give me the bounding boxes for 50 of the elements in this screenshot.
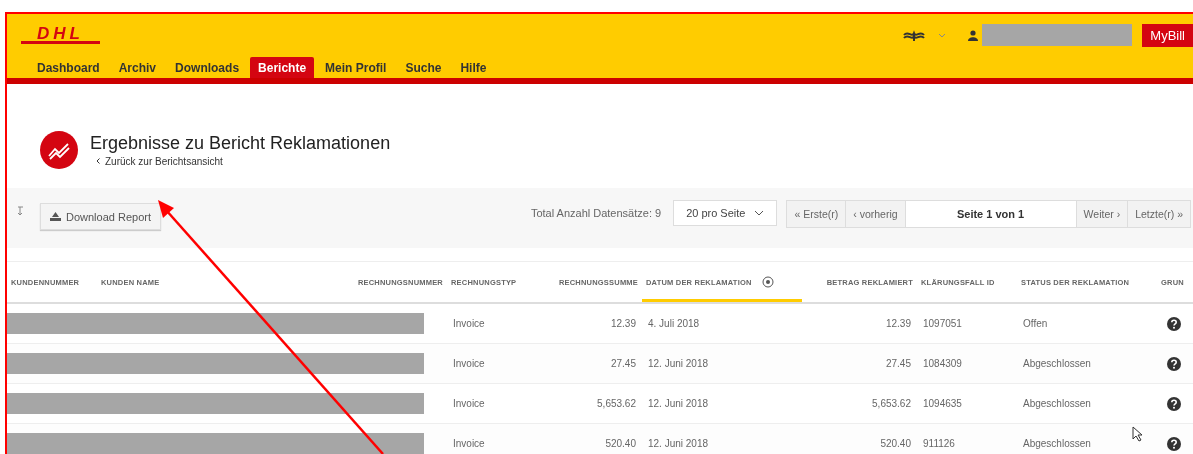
nav-tab[interactable]: Mein Profil: [317, 57, 395, 78]
table-cell: 12. Juni 2018: [642, 343, 802, 384]
help-icon[interactable]: [1167, 316, 1181, 331]
record-count: Total Anzahl Datensätze: 9: [530, 207, 662, 219]
nav-tab[interactable]: Berichte: [250, 57, 315, 78]
page-indicator: Seite 1 von 1: [905, 201, 1077, 227]
table-cell: 27.45: [802, 343, 917, 384]
table-cell: 4. Juli 2018: [642, 303, 802, 344]
table-cell: 5,653.62: [802, 383, 917, 424]
table-cell: Abgeschlossen: [1017, 383, 1157, 424]
per-page-select[interactable]: 20 pro Seite: [673, 200, 778, 226]
help-icon[interactable]: [1167, 396, 1181, 411]
table-cell: 12.39: [537, 303, 642, 344]
user-icon: [968, 29, 979, 41]
table-cell: 27.45: [537, 343, 642, 384]
download-icon: [50, 212, 61, 221]
table-cell: Offen: [1017, 303, 1157, 344]
pagination-button[interactable]: « Erste(r): [787, 201, 847, 227]
help-icon[interactable]: [1167, 436, 1181, 451]
pagination-button[interactable]: Letzte(r) »: [1128, 201, 1190, 227]
flag-icon[interactable]: [902, 29, 927, 41]
table-cell: 12. Juni 2018: [642, 383, 802, 424]
table-cell: 5,653.62: [537, 383, 642, 424]
table-cell: Invoice: [447, 303, 537, 344]
nav-tab[interactable]: Suche: [397, 57, 450, 78]
page-title: Ergebnisse zu Bericht Reklamationen: [90, 132, 391, 154]
table-cell: 1094635: [917, 383, 1017, 424]
dhl-logo[interactable]: DHL: [21, 26, 100, 44]
pagination-button[interactable]: ‹ vorherig: [846, 201, 906, 227]
nav-tab[interactable]: Downloads: [167, 57, 248, 78]
mybill-button[interactable]: MyBill: [1142, 23, 1193, 47]
nav-tab[interactable]: Archiv: [110, 57, 165, 78]
chevron-icon: [754, 210, 765, 216]
download-report-button[interactable]: Download Report: [40, 203, 161, 230]
nav-tab[interactable]: Dashboard: [29, 57, 108, 78]
table-cell: Invoice: [447, 383, 537, 424]
table-cell: 1084309: [917, 343, 1017, 384]
table-cell: Invoice: [447, 343, 537, 384]
table-cell: 1097051: [917, 303, 1017, 344]
help-icon[interactable]: [1167, 356, 1181, 371]
pagination-button[interactable]: Weiter ›: [1076, 201, 1129, 227]
chart-icon: [40, 130, 78, 169]
table-cell: Abgeschlossen: [1017, 343, 1157, 384]
sort-indicator-icon[interactable]: [761, 276, 774, 288]
sort-icon[interactable]: [17, 206, 25, 216]
table-cell: 12.39: [802, 303, 917, 344]
nav-tab[interactable]: Hilfe: [452, 57, 495, 78]
back-link[interactable]: Zurück zur Berichtsansicht: [105, 155, 223, 167]
cursor-icon: [1132, 426, 1143, 442]
chevron-left-icon[interactable]: [96, 158, 100, 164]
